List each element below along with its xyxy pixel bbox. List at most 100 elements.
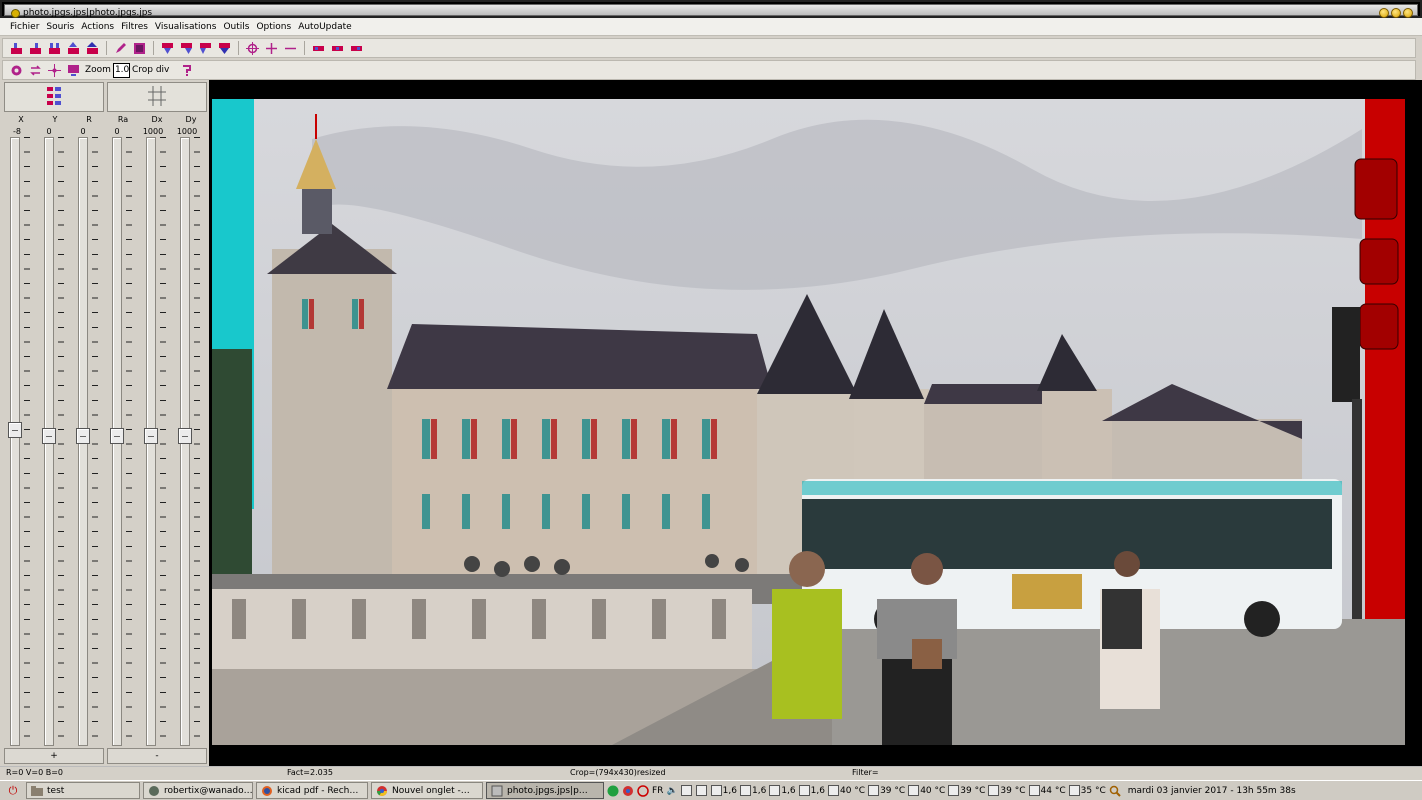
chrome-tray-icon[interactable] [622,785,634,797]
display-icon[interactable] [66,63,80,77]
menu-visualisations[interactable]: Visualisations [155,22,217,32]
save-right-icon[interactable] [179,41,193,55]
frame-icon[interactable] [132,41,146,55]
temp-sensor-7[interactable]: 35 °C [1068,785,1106,796]
slider-value-y: 0 [46,127,52,136]
task-test[interactable]: test [26,782,140,799]
status-filter: Filter= [852,768,879,777]
slider-r[interactable] [72,137,100,746]
shift-center-icon[interactable] [330,41,344,55]
temp-value-1: 40 °C [839,785,866,796]
search-icon[interactable] [1109,785,1121,797]
menu-autoupdate[interactable]: AutoUpdate [298,22,352,32]
edit-icon[interactable] [113,41,127,55]
slider-thumb[interactable] [76,428,90,444]
slider-headers: X Y R Ra Dx Dy [2,115,208,125]
monitor-icon [739,785,751,796]
shift-right-icon[interactable] [349,41,363,55]
volume-icon[interactable]: 🔈 [666,786,677,796]
slider-dy[interactable] [174,137,202,746]
slider-thumb[interactable] [110,428,124,444]
cpu-monitor-3[interactable]: 1,6 [769,785,796,796]
network-icon[interactable] [607,785,619,797]
anaglyph-photo[interactable] [212,99,1405,745]
anaglyph-image [212,99,1405,745]
temp-sensor-4[interactable]: 39 °C [948,785,985,796]
swap-icon[interactable] [28,63,42,77]
load-stereo-icon[interactable] [85,41,99,55]
temp-sensor-6[interactable]: 44 °C [1028,785,1066,796]
alarm-clock-icon[interactable] [637,784,649,797]
load-right-icon[interactable] [28,41,42,55]
cpu-monitor-2[interactable]: 1,6 [739,785,766,796]
thermometer-icon [988,785,1000,796]
menu-fichier[interactable]: Fichier [10,22,39,32]
title-bar[interactable]: photo.jpgs.jps|photo.jpgs.jps [0,0,1422,18]
task-chrome[interactable]: Nouvel onglet -… [371,782,483,799]
temp-sensor-3[interactable]: 40 °C [908,785,945,796]
horizontal-align-button[interactable] [107,82,207,112]
menu-filtres[interactable]: Filtres [121,22,148,32]
slider-thumb[interactable] [42,428,56,444]
image-viewer[interactable] [209,80,1422,766]
cpu-monitor-4[interactable]: 1,6 [798,785,825,796]
maximize-button[interactable] [1391,8,1401,18]
shift-left-icon[interactable] [311,41,325,55]
monitor-icon [710,785,722,796]
close-button[interactable] [1403,8,1413,18]
vertical-align-button[interactable] [4,82,104,112]
printer-icon[interactable] [695,785,708,796]
task-mail[interactable]: robertix@wanado… [143,782,253,799]
target-icon[interactable] [245,41,259,55]
keyboard-layout[interactable]: FR [652,786,663,796]
minimize-button[interactable] [1379,8,1389,18]
slider-header-x: X [18,115,24,124]
menu-souris[interactable]: Souris [46,22,74,32]
load-pair-icon[interactable] [66,41,80,55]
task-label: test [47,785,65,796]
slider-dx[interactable] [140,137,168,746]
temp-value-7: 35 °C [1080,785,1106,796]
help-icon[interactable] [179,63,193,77]
load-left-icon[interactable] [9,41,23,55]
slider-thumb[interactable] [8,422,22,438]
network-monitor-icon[interactable] [680,785,693,796]
temp-sensor-5[interactable]: 39 °C [988,785,1026,796]
horizontal-line-icon[interactable] [283,41,297,55]
menu-actions[interactable]: Actions [81,22,114,32]
save-both-icon[interactable] [198,41,212,55]
slider-ra[interactable] [106,137,134,746]
slider-track[interactable] [10,137,20,746]
mail-icon [148,785,160,797]
temp-sensor-2[interactable]: 39 °C [868,785,905,796]
temp-sensor-1[interactable]: 40 °C [827,785,866,796]
clock[interactable]: mardi 03 janvier 2017 - 13h 55m 38s [1128,786,1296,796]
move-icon[interactable] [47,63,61,77]
slider-value-dx: 1000 [142,127,164,136]
save-left-icon[interactable] [160,41,174,55]
taskbar: ⏻ test robertix@wanado… kicad pdf - Rech… [0,780,1422,800]
window-app-icon[interactable] [11,9,20,18]
minus-button[interactable]: - [107,748,207,764]
task-label: robertix@wanado… [164,785,253,796]
load-both-icon[interactable] [47,41,61,55]
start-menu-icon[interactable]: ⏻ [0,782,26,800]
task-photo-active[interactable]: photo.jpgs.jps|p… [486,782,604,799]
cpu-monitor-1[interactable]: 1,6 [710,785,737,796]
slider-thumb[interactable] [144,428,158,444]
settings-icon[interactable] [9,63,23,77]
slider-y[interactable] [38,137,66,746]
slider-x[interactable] [4,137,32,746]
crosshair-icon[interactable] [264,41,278,55]
toolbar-separator [238,41,239,55]
toolbar-separator [304,41,305,55]
plus-button[interactable]: + [4,748,104,764]
zoom-input[interactable] [112,62,130,78]
task-firefox[interactable]: kicad pdf - Rech… [256,782,368,799]
menu-outils[interactable]: Outils [223,22,249,32]
slider-ticks [194,137,200,746]
slider-ticks [126,137,132,746]
save-stereo-icon[interactable] [217,41,231,55]
slider-thumb[interactable] [178,428,192,444]
menu-options[interactable]: Options [256,22,291,32]
